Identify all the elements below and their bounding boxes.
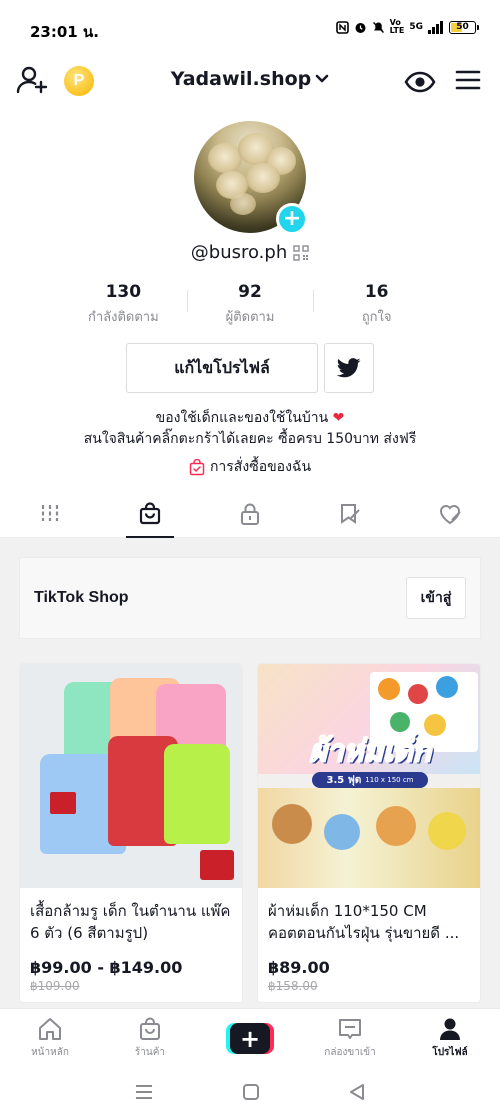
shop-bag-icon	[139, 502, 161, 525]
coin-icon[interactable]: P	[64, 66, 94, 96]
profile-bio: ของใช้เด็กและของใช้ในบ้าน ❤ สนใจสินค้าคล…	[0, 408, 500, 450]
enter-shop-button[interactable]: เข้าสู่	[406, 577, 466, 619]
bookmark-icon	[341, 504, 360, 524]
nav-profile[interactable]: โปรไฟล์	[400, 1009, 500, 1066]
home-icon	[39, 1018, 61, 1040]
create-icon[interactable]: +	[226, 1023, 274, 1054]
tab-liked[interactable]	[400, 496, 500, 537]
liked-icon	[439, 505, 461, 525]
tab-saved[interactable]	[300, 496, 400, 537]
battery-icon: 50	[449, 20, 479, 34]
nav-profile-label: โปรไฟล์	[432, 1047, 468, 1058]
grid-icon	[41, 505, 59, 521]
lock-icon	[241, 503, 259, 525]
my-orders-link[interactable]: การสั่งซื้อของฉัน	[0, 456, 500, 478]
inbox-icon	[339, 1019, 361, 1039]
alarm-icon	[355, 22, 366, 33]
product-name[interactable]: ผ้าห่มเด็ก 110*150 CM คอตตอนกันไรฝุ่น รุ…	[258, 888, 480, 946]
status-icons: Vo LTE 5G 50	[335, 18, 479, 35]
twitter-icon	[337, 358, 361, 378]
home-button-icon[interactable]	[242, 1083, 260, 1101]
product-image[interactable]: ผ้าห่มเด็ก 3.5 ฟุต 110 x 150 cm	[258, 664, 480, 888]
bottom-nav: หน้าหลัก ร้านค้า + กล่องขาเข้า โปรไฟล์	[0, 1008, 500, 1066]
nav-home-label: หน้าหลัก	[31, 1047, 69, 1058]
account-name: Yadawil.shop	[170, 68, 312, 90]
product-original-price: ฿158.00	[268, 979, 318, 993]
following-count: 130	[105, 282, 142, 302]
product-price: ฿89.00	[268, 958, 330, 977]
heart-icon: ❤	[332, 410, 345, 426]
stat-following[interactable]: 130 กำลังติดตาม	[60, 282, 187, 327]
twitter-button[interactable]	[324, 343, 374, 393]
volte-icon: Vo LTE	[389, 18, 405, 35]
following-label: กำลังติดตาม	[87, 310, 159, 325]
status-time: 23:01 น.	[30, 23, 99, 41]
recents-icon[interactable]	[134, 1084, 154, 1100]
nav-home[interactable]: หน้าหลัก	[0, 1009, 100, 1066]
profile-icon	[440, 1018, 460, 1040]
nav-shop[interactable]: ร้านค้า	[100, 1009, 200, 1066]
avatar-container[interactable]: +	[194, 121, 308, 235]
order-bag-icon	[189, 458, 205, 475]
product-original-price: ฿109.00	[30, 979, 80, 993]
product-card[interactable]: เสื้อกล้ามรู เด็ก ในตำนาน แพ๊ค 6 ตัว (6 …	[19, 663, 243, 1003]
tab-private[interactable]	[200, 496, 300, 537]
chevron-down-icon	[315, 74, 329, 83]
add-avatar-button[interactable]: +	[276, 203, 308, 235]
mute-icon	[372, 21, 384, 33]
nav-shop-label: ร้านค้า	[134, 1047, 166, 1058]
likes-label: ถูกใจ	[361, 310, 392, 325]
add-friend-icon[interactable]	[16, 64, 48, 96]
eye-icon[interactable]	[404, 66, 436, 98]
username: @busro.ph	[190, 242, 288, 263]
likes-count: 16	[364, 282, 389, 302]
tab-shop[interactable]	[100, 496, 200, 538]
promo-banner-title: ผ้าห่มเด็ก	[308, 733, 432, 770]
product-image[interactable]	[20, 664, 242, 888]
status-bar: 23:01 น. Vo LTE 5G 50	[0, 0, 500, 58]
account-switcher[interactable]: Yadawil.shop	[150, 68, 350, 90]
followers-count: 92	[238, 282, 262, 302]
followers-label: ผู้ติดตาม	[225, 310, 275, 325]
bio-line-1: ของใช้เด็กและของใช้ในบ้าน	[155, 410, 329, 426]
promo-banner-size: 3.5 ฟุต 110 x 150 cm	[312, 772, 428, 788]
nav-create[interactable]: +	[200, 1009, 300, 1066]
product-name[interactable]: เสื้อกล้ามรู เด็ก ในตำนาน แพ๊ค 6 ตัว (6 …	[20, 888, 242, 946]
username-row: @busro.ph	[0, 242, 500, 263]
tab-videos[interactable]	[0, 496, 100, 537]
nav-inbox[interactable]: กล่องขาเข้า	[300, 1009, 400, 1066]
signal-icon	[428, 20, 443, 34]
product-card[interactable]: ผ้าห่มเด็ก 3.5 ฟุต 110 x 150 cm ผ้าห่มเด…	[257, 663, 481, 1003]
network-type: 5G	[409, 22, 423, 32]
nav-inbox-label: กล่องขาเข้า	[324, 1047, 376, 1058]
tiktok-shop-header: TikTok Shop เข้าสู่	[19, 557, 481, 639]
profile-tabs	[0, 496, 500, 538]
nfc-icon	[335, 20, 349, 34]
shop-title: TikTok Shop	[34, 589, 129, 606]
stat-likes[interactable]: 16 ถูกใจ	[313, 282, 440, 327]
qr-code-icon[interactable]	[293, 244, 309, 261]
bio-line-2: สนใจสินค้าคลิ๊กตะกร้าได้เลยคะ ซื้อครบ 15…	[83, 431, 417, 447]
system-nav-bar	[0, 1066, 500, 1117]
menu-icon[interactable]	[454, 66, 482, 94]
stat-followers[interactable]: 92 ผู้ติดตาม	[186, 282, 314, 327]
top-nav: P Yadawil.shop	[0, 58, 500, 106]
my-orders-label: การสั่งซื้อของฉัน	[209, 459, 312, 475]
back-icon[interactable]	[348, 1083, 366, 1101]
promo-banner: ผ้าห่มเด็ก 3.5 ฟุต 110 x 150 cm	[280, 728, 460, 792]
profile-stats: 130 กำลังติดตาม 92 ผู้ติดตาม 16 ถูกใจ	[60, 282, 440, 327]
shop-icon	[140, 1017, 160, 1040]
edit-profile-button[interactable]: แก้ไขโปรไฟล์	[126, 343, 318, 393]
product-price: ฿99.00 - ฿149.00	[30, 958, 183, 977]
